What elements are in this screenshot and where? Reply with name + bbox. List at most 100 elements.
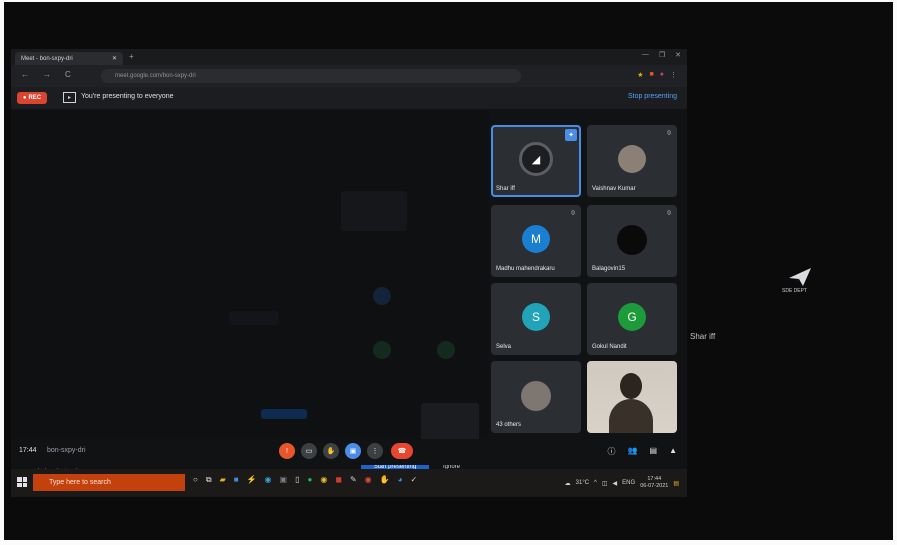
participant-tile[interactable]: G Gokul Nandit bbox=[587, 283, 677, 355]
taskbar-search[interactable]: Type here to search bbox=[33, 474, 185, 491]
chat-icon[interactable]: ▤ bbox=[650, 446, 658, 457]
participant-name: Madhu mahendrakaru bbox=[496, 266, 555, 272]
participant-name: Shar iff bbox=[496, 186, 515, 192]
more-options-icon[interactable]: ⋮ bbox=[367, 443, 383, 459]
maximize-icon[interactable]: ❐ bbox=[659, 51, 665, 59]
participant-tile[interactable]: ⦸ bbox=[587, 361, 677, 433]
windows-taskbar: Type here to search ○ ⧉ ▰ ■ ⚡ ◉ ▣ ▯ ● ◉ … bbox=[11, 469, 687, 497]
profile-icon[interactable]: ● bbox=[660, 71, 664, 79]
windows-start-icon[interactable] bbox=[17, 477, 27, 487]
chrome-icon[interactable]: ◉ bbox=[320, 475, 327, 485]
app-icon[interactable]: ✋ bbox=[380, 475, 390, 485]
chrome-active-icon[interactable]: ◉ bbox=[365, 475, 372, 485]
mic-off-icon[interactable]: ! bbox=[279, 443, 295, 459]
task-view-icon[interactable]: ⧉ bbox=[206, 475, 212, 485]
mirror-ghost-tile bbox=[341, 191, 407, 231]
mirror-ghost-avatar bbox=[373, 341, 391, 359]
meeting-clock: 17:44 bbox=[19, 447, 37, 454]
avatar: ◢ bbox=[519, 142, 553, 176]
spotify-icon[interactable]: ● bbox=[307, 475, 312, 485]
network-icon[interactable]: ◫ bbox=[602, 480, 608, 487]
stop-presenting-link[interactable]: Stop presenting bbox=[628, 93, 677, 100]
mirror-ghost-avatar bbox=[373, 287, 391, 305]
power-icon[interactable]: ⚡ bbox=[247, 475, 257, 485]
language-icon[interactable]: ENG bbox=[622, 480, 635, 486]
avatar: G bbox=[618, 303, 646, 331]
participant-name: Balagovin15 bbox=[592, 266, 626, 272]
participant-tile[interactable]: 43 others bbox=[491, 361, 581, 433]
edge-icon[interactable]: ◉ bbox=[265, 475, 272, 485]
participant-tile[interactable]: ⦸ Balagovin15 bbox=[587, 205, 677, 277]
file-explorer-icon[interactable]: ▰ bbox=[220, 475, 226, 485]
app-icon[interactable]: ▣ bbox=[280, 475, 288, 485]
present-screen-icon: ▸ bbox=[63, 92, 76, 103]
browser-tab[interactable]: Meet - bon-sxpy-dri ✕ bbox=[15, 52, 123, 65]
meeting-controls: 17:44 bon-sxpy-dri ! ▭ ✋ ▣ ⋮ ☎ ⓘ 👥 ▤ ▲ bbox=[11, 439, 687, 465]
avatar bbox=[618, 145, 646, 173]
camera-feed bbox=[587, 361, 677, 433]
participant-name: Vaishnav Kumar bbox=[592, 186, 636, 192]
presenting-message: You're presenting to everyone bbox=[81, 93, 174, 100]
side-participant-name: Shar iff bbox=[690, 332, 716, 341]
participant-name: Gokul Nandit bbox=[592, 344, 627, 350]
extension-icon[interactable]: ■ bbox=[650, 71, 654, 79]
pin-icon[interactable]: ✦ bbox=[565, 129, 577, 141]
app-icon[interactable]: ◼ bbox=[335, 475, 342, 485]
cortana-icon[interactable]: ○ bbox=[193, 475, 198, 485]
forward-icon[interactable]: → bbox=[43, 70, 51, 79]
meeting-code: bon-sxpy-dri bbox=[47, 447, 86, 454]
address-bar-row: ← → C meet.google.com/bon-sxpy-dri ★ ■ ●… bbox=[11, 65, 687, 87]
camera-person-body bbox=[609, 399, 653, 433]
avatar bbox=[521, 381, 551, 411]
volume-icon[interactable]: ◀ bbox=[613, 480, 618, 487]
activities-icon[interactable]: ▲ bbox=[669, 446, 677, 457]
notification-icon[interactable]: ▤ bbox=[673, 480, 679, 487]
participant-tile[interactable]: S Selva bbox=[491, 283, 581, 355]
url-field[interactable]: meet.google.com/bon-sxpy-dri bbox=[101, 69, 521, 83]
participant-tile[interactable]: ⦸ Vaishnav Kumar bbox=[587, 125, 677, 197]
browser-tab-bar: Meet - bon-sxpy-dri ✕ + — ❐ ✕ bbox=[11, 49, 687, 65]
participant-tile[interactable]: ✦ ◢ Shar iff bbox=[491, 125, 581, 197]
app-icon[interactable]: ◕ bbox=[398, 475, 403, 485]
participant-name: 43 others bbox=[496, 422, 522, 428]
taskbar-clock[interactable]: 17:44 06-07-2021 bbox=[640, 476, 668, 490]
extensions: ★ ■ ● ⋮ bbox=[637, 71, 677, 79]
new-tab-icon[interactable]: + bbox=[129, 52, 134, 61]
mic-off-icon: ⦸ bbox=[667, 130, 671, 136]
weather-text: 31°C bbox=[575, 480, 590, 486]
close-window-icon[interactable]: ✕ bbox=[675, 51, 681, 59]
back-icon[interactable]: ← bbox=[21, 70, 29, 79]
app-icon[interactable]: ✓ bbox=[410, 475, 417, 485]
menu-icon[interactable]: ⋮ bbox=[670, 71, 677, 79]
laptop-screen: Meet - bon-sxpy-dri ✕ + — ❐ ✕ ← → C meet… bbox=[11, 49, 687, 497]
mic-off-icon: ⦸ bbox=[667, 366, 671, 372]
mic-off-icon: ⦸ bbox=[667, 210, 671, 216]
store-icon[interactable]: ■ bbox=[234, 475, 239, 485]
avatar: S bbox=[522, 303, 550, 331]
people-icon[interactable]: 👥 bbox=[628, 446, 638, 457]
end-call-icon[interactable]: ☎ bbox=[391, 443, 413, 459]
paper-plane-logo-icon bbox=[789, 268, 811, 286]
info-icon[interactable]: ⓘ bbox=[608, 446, 616, 457]
rec-badge: ● REC bbox=[17, 92, 47, 104]
participant-name: Selva bbox=[496, 344, 512, 350]
system-tray: ☁ 31°C ^ ◫ ◀ ENG 17:44 06-07-2021 ▤ bbox=[565, 476, 679, 490]
window-controls: — ❐ ✕ bbox=[642, 51, 681, 59]
avatar bbox=[617, 225, 647, 255]
camera-icon[interactable]: ▭ bbox=[301, 443, 317, 459]
app-icon[interactable]: ✎ bbox=[350, 475, 357, 485]
raise-hand-icon[interactable]: ✋ bbox=[323, 443, 339, 459]
star-icon[interactable]: ★ bbox=[637, 71, 643, 79]
presenting-bar: ● REC ▸ You're presenting to everyone Sto… bbox=[11, 87, 687, 109]
reload-icon[interactable]: C bbox=[65, 70, 71, 79]
app-icon[interactable]: ▯ bbox=[295, 475, 299, 485]
participant-tile[interactable]: ⦸ M Madhu mahendrakaru bbox=[491, 205, 581, 277]
photo-frame: Meet - bon-sxpy-dri ✕ + — ❐ ✕ ← → C meet… bbox=[4, 2, 893, 540]
minimize-icon[interactable]: — bbox=[642, 51, 649, 59]
logo-caption: SDE DEPT bbox=[782, 288, 808, 294]
tray-arrow-icon[interactable]: ^ bbox=[594, 480, 597, 486]
tab-close-icon[interactable]: ✕ bbox=[112, 55, 117, 62]
weather-icon: ☁ bbox=[564, 480, 571, 487]
taskbar-apps: ○ ⧉ ▰ ■ ⚡ ◉ ▣ ▯ ● ◉ ◼ ✎ ◉ ✋ ◕ ✓ bbox=[193, 475, 417, 485]
present-now-icon[interactable]: ▣ bbox=[345, 443, 361, 459]
